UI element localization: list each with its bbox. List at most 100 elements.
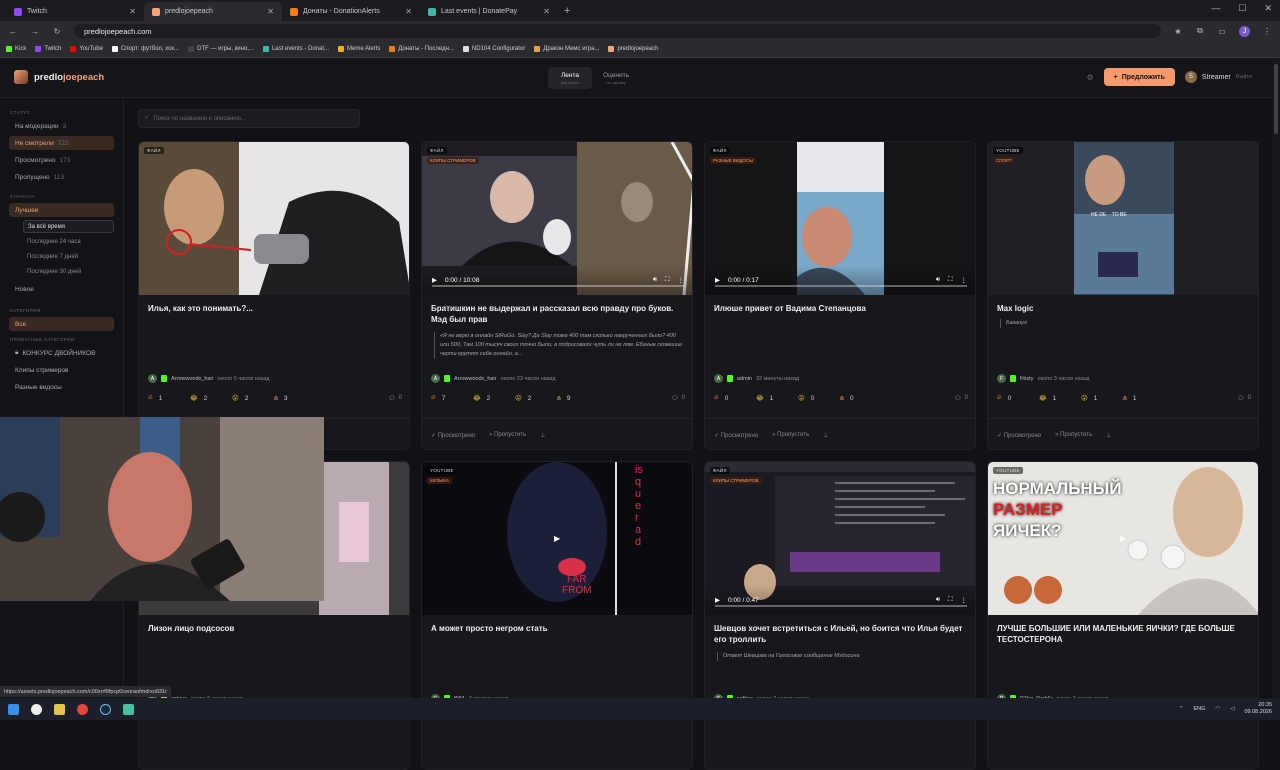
close-tab-icon[interactable]: ✕ bbox=[543, 7, 550, 16]
comments-button[interactable]: 💬︎ 0 bbox=[671, 395, 685, 402]
period-30d[interactable]: Последние 30 дней bbox=[23, 265, 114, 278]
media-card[interactable]: HE DE TO BE YOUTUBE СПОРТ Max logic Базанул F… bbox=[987, 141, 1259, 450]
card-thumbnail[interactable]: ФАЙЛ КЛИПЫ СТРИМЕРОВ ▶ 0:00 / 10:08 🔊︎ ⛶ ⋮ bbox=[422, 142, 692, 295]
mark-viewed-button[interactable]: ✓ Просмотрено bbox=[714, 432, 758, 439]
pin-icon[interactable]: ⊥ bbox=[540, 432, 545, 439]
new-tab-icon[interactable]: + bbox=[564, 2, 570, 21]
sidebar-item-best[interactable]: Лучшее bbox=[9, 203, 114, 217]
logout-link[interactable]: Выйти bbox=[1236, 74, 1252, 80]
menu-dots-icon[interactable]: ⋮ bbox=[1262, 27, 1272, 36]
bookmark-item[interactable]: Meme Alerts bbox=[338, 46, 380, 52]
card-title[interactable]: А может просто негром стать bbox=[431, 623, 685, 634]
settings-icon[interactable]: ⚙ bbox=[1086, 73, 1093, 82]
search-input[interactable]: ⌕ Поиск по названию и описанию... bbox=[138, 109, 360, 128]
video-progress-bar[interactable] bbox=[432, 285, 684, 287]
fullscreen-icon[interactable]: ⛶ bbox=[948, 596, 953, 604]
sidebar-item-skipped[interactable]: Пропущено 113 bbox=[9, 170, 114, 184]
language-indicator[interactable]: ENG bbox=[1194, 706, 1206, 712]
url-field[interactable]: predlojoepeach.com bbox=[74, 24, 1161, 38]
sidebar-item-all[interactable]: Все bbox=[9, 317, 114, 331]
volume-icon[interactable]: 🔊︎ bbox=[936, 596, 940, 604]
media-card[interactable]: ФАЙЛ КЛИПЫ СТРИМЕРОВ ▶ 0:00 / 10:08 🔊︎ ⛶ ⋮ Брат… bbox=[421, 141, 693, 450]
reaction-button[interactable]: 😮︎ 0 bbox=[798, 394, 840, 403]
bookmark-star-icon[interactable]: ★ bbox=[1173, 27, 1183, 36]
reaction-button[interactable]: 🔥︎ 1 bbox=[148, 394, 190, 402]
reaction-button[interactable]: 🔥︎ 0 bbox=[997, 394, 1039, 402]
mark-viewed-button[interactable]: ✓ Просмотрено bbox=[431, 432, 475, 439]
tab-rate[interactable]: Оценить по одному bbox=[594, 67, 638, 89]
reaction-button[interactable]: 😮︎ 2 bbox=[232, 394, 274, 403]
close-tab-icon[interactable]: ✕ bbox=[267, 7, 274, 16]
forward-icon[interactable]: → bbox=[30, 27, 40, 36]
bookmark-item[interactable]: ND104 Configurator bbox=[462, 46, 525, 52]
card-thumbnail[interactable]: ФАЙЛ bbox=[139, 142, 409, 295]
bookmark-item[interactable]: Дракон Мемс игра... bbox=[534, 46, 599, 52]
scrollbar-thumb[interactable] bbox=[1274, 64, 1278, 134]
reaction-button[interactable]: 💩︎ 0 bbox=[840, 393, 882, 403]
comments-button[interactable]: 💬︎ 0 bbox=[954, 395, 968, 402]
steam-icon[interactable] bbox=[100, 703, 111, 715]
skip-button[interactable]: » Пропустить bbox=[772, 432, 809, 438]
browser-tab-predlojoepeach[interactable]: predlojoepeach ✕ bbox=[144, 2, 282, 21]
reload-icon[interactable]: ↻ bbox=[52, 27, 62, 36]
reaction-button[interactable]: 😂︎ 2 bbox=[473, 394, 515, 403]
user-menu[interactable]: S Streamer Выйти bbox=[1184, 71, 1252, 83]
reaction-button[interactable]: 🔥︎ 0 bbox=[714, 394, 756, 402]
video-progress-bar[interactable] bbox=[715, 285, 967, 287]
video-progress-bar[interactable] bbox=[715, 605, 967, 607]
extensions-icon[interactable]: ⧉ bbox=[1195, 26, 1205, 36]
reaction-button[interactable]: 😂︎ 1 bbox=[756, 394, 798, 403]
reaction-button[interactable]: 😮︎ 1 bbox=[1081, 394, 1123, 403]
pin-icon[interactable]: ⊥ bbox=[1106, 432, 1111, 439]
bookmark-item[interactable]: Twitch bbox=[35, 46, 61, 52]
close-tab-icon[interactable]: ✕ bbox=[405, 7, 412, 16]
tray-chevron-icon[interactable]: ⌃ bbox=[1179, 706, 1184, 712]
card-title[interactable]: ЛУЧШЕ БОЛЬШИЕ ИЛИ МАЛЕНЬКИЕ ЯИЧКИ? ГДЕ Б… bbox=[997, 623, 1251, 645]
period-all-time[interactable]: За всё время bbox=[23, 220, 114, 233]
mark-viewed-button[interactable]: ✓ Просмотрено bbox=[997, 432, 1041, 439]
author-name[interactable]: frbsty bbox=[1020, 376, 1033, 382]
close-tab-icon[interactable]: ✕ bbox=[129, 7, 136, 16]
volume-icon[interactable]: ◁ bbox=[1230, 706, 1234, 712]
card-title[interactable]: Лизон лицо подсосов bbox=[148, 623, 402, 634]
period-24h[interactable]: Последние 24 часа bbox=[23, 235, 114, 248]
card-title[interactable]: Братишкин не выдержал и рассказал всю пр… bbox=[431, 303, 685, 325]
comments-button[interactable]: 💬︎ 0 bbox=[388, 395, 402, 402]
card-thumbnail[interactable]: ФАЙЛ КЛИПЫ СТРИМЕРОВ ▶ 0:00 / 0:47 🔊︎ ⛶ ⋮ bbox=[705, 462, 975, 615]
reaction-button[interactable]: 💩︎ 1 bbox=[1123, 393, 1165, 403]
card-thumbnail[interactable]: HE DE TO BE YOUTUBE СПОРТ bbox=[988, 142, 1258, 295]
author-name[interactable]: Arrowwoods_hair bbox=[171, 376, 214, 382]
browser-tab-donationalerts[interactable]: Донаты - DonationAlerts ✕ bbox=[282, 2, 420, 21]
reaction-button[interactable]: 💩︎ 9 bbox=[557, 393, 599, 403]
bookmark-item[interactable]: Донаты - Последн... bbox=[389, 46, 454, 52]
volume-icon[interactable]: 🔊︎ bbox=[653, 276, 657, 284]
bookmark-item[interactable]: predlojoepeach bbox=[608, 46, 658, 52]
skip-button[interactable]: » Пропустить bbox=[1055, 432, 1092, 438]
reaction-button[interactable]: 🔥︎ 7 bbox=[431, 394, 473, 402]
more-icon[interactable]: ⋮ bbox=[678, 276, 685, 284]
card-thumbnail[interactable]: ФАЙЛ РАЗНЫЕ ВИДОСЫ ▶ 0:00 / 0:17 🔊︎ ⛶ ⋮ bbox=[705, 142, 975, 295]
play-icon[interactable]: ▶ bbox=[432, 276, 437, 284]
skip-button[interactable]: » Пропустить bbox=[489, 432, 526, 438]
card-thumbnail[interactable]: FAR FROM isquerad YOUTUBE МУЗЫКА ▶ bbox=[422, 462, 692, 615]
author-name[interactable]: admin bbox=[737, 376, 752, 382]
media-card[interactable]: ФАЙЛ КЛИПЫ СТРИМЕРОВ ▶ 0:00 / 0:47 🔊︎ ⛶ ⋮ Шевцо… bbox=[704, 461, 976, 770]
chrome-icon[interactable] bbox=[77, 703, 88, 715]
media-card[interactable]: ФАЙЛ РАЗНЫЕ ВИДОСЫ ▶ 0:00 / 0:17 🔊︎ ⛶ ⋮ Илюше п… bbox=[704, 141, 976, 450]
author-name[interactable]: Arrowwoods_hair bbox=[454, 376, 497, 382]
bookmark-item[interactable]: Last events - Donat... bbox=[262, 46, 329, 52]
browser-tab-donatepay[interactable]: Last events | DonatePay ✕ bbox=[420, 2, 558, 21]
browser-tab-twitch[interactable]: Twitch ✕ bbox=[6, 2, 144, 21]
play-icon[interactable]: ▶ bbox=[554, 534, 560, 543]
fullscreen-icon[interactable]: ⛶ bbox=[665, 276, 670, 284]
clock[interactable]: 20:35 09.08.2026 bbox=[1244, 702, 1272, 716]
back-icon[interactable]: ← bbox=[8, 27, 18, 36]
sidebar-item-moderation[interactable]: На модерации 3 bbox=[9, 119, 114, 133]
bookmark-item[interactable]: Kick bbox=[6, 46, 26, 52]
file-explorer-icon[interactable] bbox=[54, 703, 65, 715]
sidebar-item-misc-videos[interactable]: Разные видосы bbox=[9, 380, 114, 394]
sidebar-item-unwatched[interactable]: Не смотрели 722 bbox=[9, 136, 114, 150]
card-title[interactable]: Илюше привет от Вадима Степанцова bbox=[714, 303, 968, 314]
maximize-icon[interactable]: ☐ bbox=[1238, 3, 1246, 14]
reaction-button[interactable]: 💩︎ 3 bbox=[274, 393, 316, 403]
